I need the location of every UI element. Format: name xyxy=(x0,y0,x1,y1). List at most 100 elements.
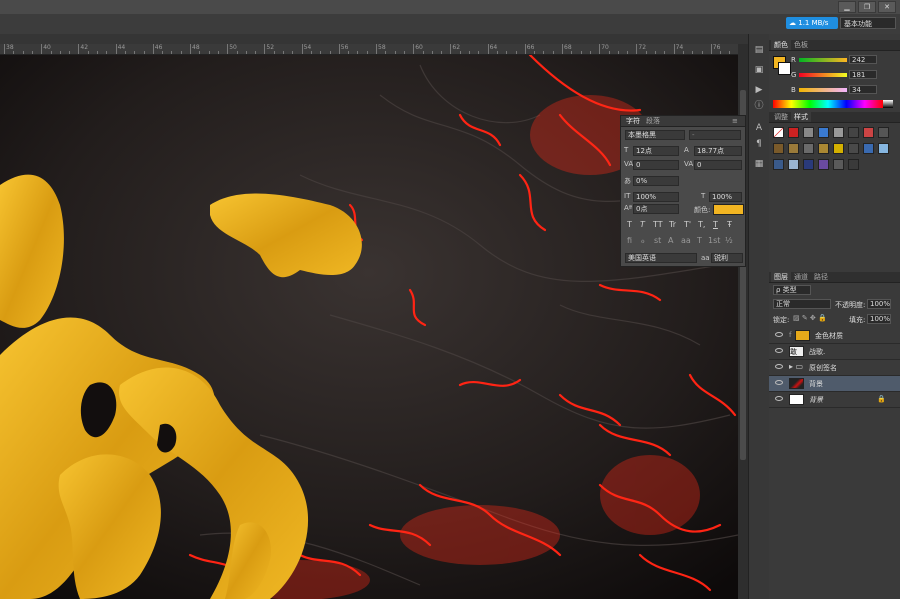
ordinals-1st-button[interactable]: 1st xyxy=(708,236,720,245)
paragraph-icon[interactable]: ¶ xyxy=(752,138,766,150)
tab-styles[interactable]: 样式 xyxy=(791,112,811,122)
style-swatch[interactable] xyxy=(818,159,829,170)
style-swatch[interactable] xyxy=(803,143,814,154)
strikethrough-button[interactable]: Ŧ xyxy=(727,220,732,229)
style-swatch[interactable] xyxy=(878,143,889,154)
subscript-button[interactable]: T, xyxy=(698,220,705,229)
blend-mode-select[interactable]: 正常 xyxy=(773,299,831,309)
b-value[interactable]: 34 xyxy=(849,85,877,94)
style-swatch[interactable] xyxy=(788,127,799,138)
ruler-tick-label: 62 xyxy=(452,44,461,51)
r-value[interactable]: 242 xyxy=(849,55,877,64)
tab-character[interactable]: 字符 xyxy=(623,116,643,126)
style-swatch[interactable] xyxy=(848,159,859,170)
all-caps-button[interactable]: TT xyxy=(653,220,663,229)
language-select[interactable]: 美国英语 xyxy=(625,253,697,263)
faux-italic-button[interactable]: T xyxy=(640,220,645,229)
tracking-field[interactable]: 0 xyxy=(694,160,742,170)
style-swatch[interactable] xyxy=(788,143,799,154)
workspace-select[interactable]: 基本功能 xyxy=(840,17,896,29)
style-swatch[interactable] xyxy=(773,127,784,138)
layer-row[interactable]: 背景 xyxy=(769,376,900,392)
font-family-select[interactable]: 本墨格黑 xyxy=(625,130,685,140)
kerning-field[interactable]: 0 xyxy=(633,160,679,170)
layer-filter-select[interactable]: ρ 类型 xyxy=(773,285,811,295)
lock-icon: 🔒 xyxy=(877,395,886,403)
leading-field[interactable]: 18.77点 xyxy=(694,146,742,156)
info-icon[interactable]: ⓘ xyxy=(752,100,766,112)
antialias-select[interactable]: 锐利 xyxy=(711,253,743,263)
network-speed-badge[interactable]: ☁ 1.1 MB/s xyxy=(786,17,838,29)
style-swatch[interactable] xyxy=(878,127,889,138)
underline-button[interactable]: T xyxy=(713,220,718,229)
vertical-scale-field[interactable]: 100% xyxy=(633,192,679,202)
tab-channels[interactable]: 通道 xyxy=(791,272,811,282)
g-value[interactable]: 181 xyxy=(849,70,877,79)
grayscale-ramp[interactable] xyxy=(883,100,893,108)
tsume-field[interactable]: 0% xyxy=(633,176,679,186)
font-size-field[interactable]: 12点 xyxy=(633,146,679,156)
style-swatch[interactable] xyxy=(803,127,814,138)
style-swatch[interactable] xyxy=(863,143,874,154)
fill-field[interactable]: 100% xyxy=(867,314,891,324)
actions-icon[interactable]: ▶ xyxy=(752,84,766,96)
ligatures-button[interactable]: fi xyxy=(627,236,632,245)
glyph-icon[interactable]: ▦ xyxy=(752,158,766,170)
layer-row[interactable]: f 金色材质 xyxy=(769,328,900,344)
discretionary-ligatures-button[interactable]: ℴ xyxy=(641,236,645,245)
character-icon[interactable]: A xyxy=(752,122,766,134)
layer-row[interactable]: ▸ ▭ 原创签名 xyxy=(769,360,900,376)
visibility-eye-icon[interactable] xyxy=(775,332,783,337)
color-spectrum[interactable] xyxy=(773,100,883,108)
ruler-tick xyxy=(506,51,508,54)
b-slider[interactable] xyxy=(799,88,847,92)
minimize-button[interactable]: ▁ xyxy=(838,1,856,13)
superscript-button[interactable]: T' xyxy=(684,220,691,229)
tab-paths[interactable]: 路径 xyxy=(811,272,831,282)
style-swatch[interactable] xyxy=(848,143,859,154)
fractions-button[interactable]: ½ xyxy=(725,236,733,245)
ordinals-button[interactable]: T xyxy=(697,236,702,245)
tab-swatches[interactable]: 色板 xyxy=(791,40,811,50)
font-style-select[interactable]: - xyxy=(689,130,741,140)
layer-row[interactable]: 背景 🔒 xyxy=(769,392,900,408)
tab-adjustments[interactable]: 调整 xyxy=(771,112,791,122)
swash-button[interactable]: st xyxy=(654,236,661,245)
layer-row[interactable]: 敢战歌. xyxy=(769,344,900,360)
visibility-eye-icon[interactable] xyxy=(775,380,783,385)
lock-icons[interactable]: ▨ ✎ ✥ 🔒 xyxy=(793,314,827,322)
style-swatch[interactable] xyxy=(773,159,784,170)
panel-menu-icon[interactable]: ≡ xyxy=(729,116,741,126)
restore-button[interactable]: ❐ xyxy=(858,1,876,13)
background-color-swatch[interactable] xyxy=(778,62,791,75)
style-swatch[interactable] xyxy=(848,127,859,138)
style-swatch[interactable] xyxy=(833,127,844,138)
faux-bold-button[interactable]: T xyxy=(627,220,632,229)
style-swatch[interactable] xyxy=(818,143,829,154)
tab-color[interactable]: 颜色 xyxy=(771,40,791,50)
stylistic-alternates-button[interactable]: A xyxy=(668,236,673,245)
style-swatch[interactable] xyxy=(818,127,829,138)
visibility-eye-icon[interactable] xyxy=(775,364,783,369)
text-color-swatch[interactable] xyxy=(713,204,744,215)
style-swatch[interactable] xyxy=(833,143,844,154)
tab-paragraph[interactable]: 段落 xyxy=(643,116,663,126)
close-button[interactable]: ✕ xyxy=(878,1,896,13)
small-caps-button[interactable]: Tr xyxy=(669,220,676,229)
style-swatch[interactable] xyxy=(833,159,844,170)
visibility-eye-icon[interactable] xyxy=(775,396,783,401)
horizontal-scale-field[interactable]: 100% xyxy=(709,192,742,202)
style-swatch[interactable] xyxy=(803,159,814,170)
style-swatch[interactable] xyxy=(788,159,799,170)
style-swatch[interactable] xyxy=(773,143,784,154)
r-slider[interactable] xyxy=(799,58,847,62)
titling-alternates-button[interactable]: aa xyxy=(681,236,691,245)
tab-layers[interactable]: 图层 xyxy=(771,272,791,282)
style-swatch[interactable] xyxy=(863,127,874,138)
opacity-field[interactable]: 100% xyxy=(867,299,891,309)
properties-icon[interactable]: ▣ xyxy=(752,64,766,76)
history-icon[interactable]: ▤ xyxy=(752,44,766,56)
g-slider[interactable] xyxy=(799,73,847,77)
visibility-eye-icon[interactable] xyxy=(775,348,783,353)
baseline-shift-field[interactable]: 0点 xyxy=(633,204,679,214)
